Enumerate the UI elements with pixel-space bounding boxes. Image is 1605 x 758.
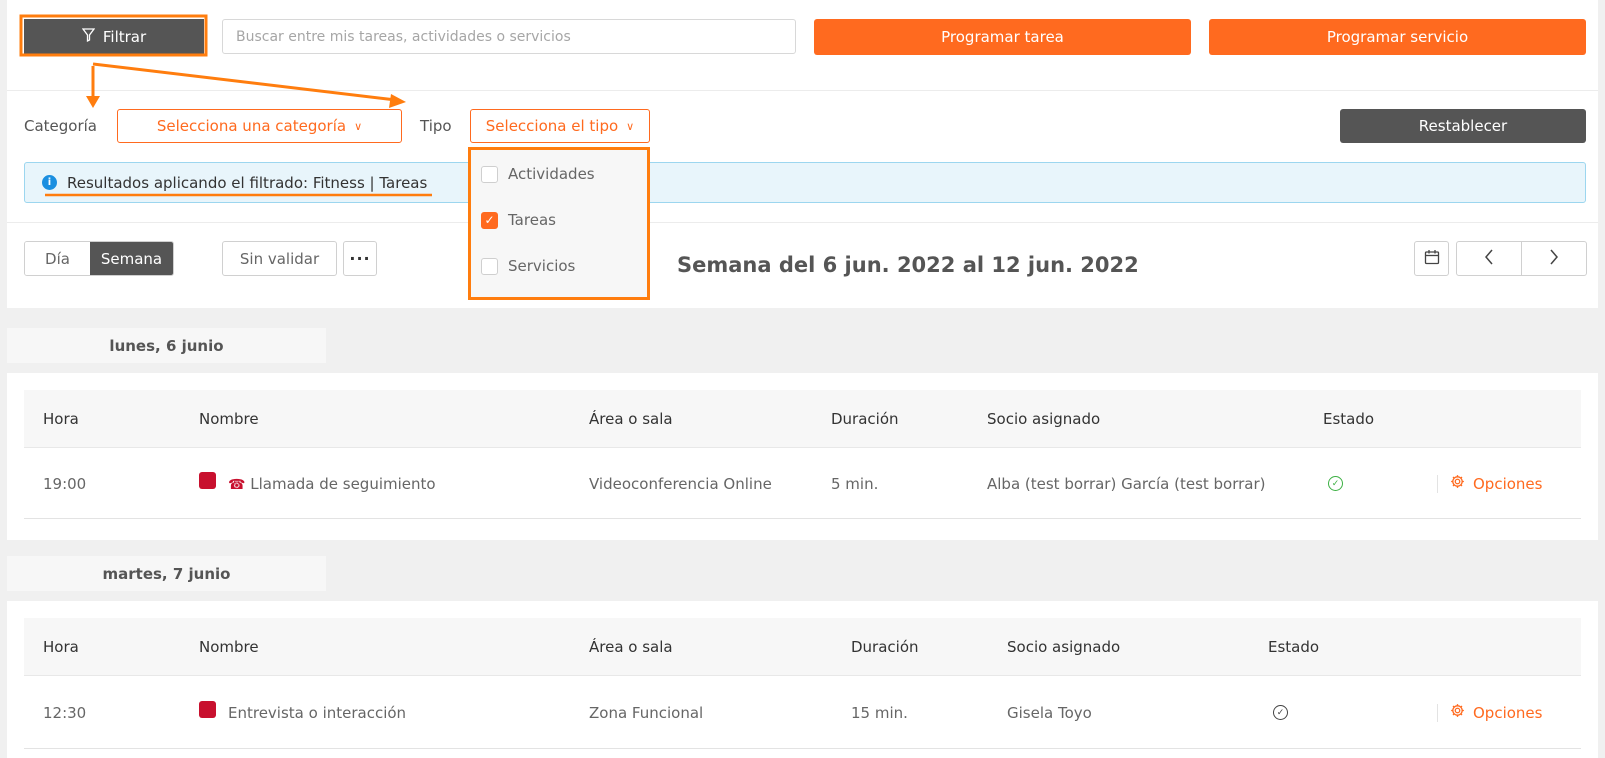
category-select-value: Selecciona una categoría bbox=[156, 117, 347, 135]
chevron-down-icon: ∨ bbox=[354, 119, 363, 133]
view-toggle: Día Semana bbox=[24, 241, 174, 276]
row-name: Entrevista o interacción bbox=[228, 704, 407, 722]
header-member: Socio asignado bbox=[987, 410, 1101, 428]
header-name: Nombre bbox=[199, 410, 259, 428]
header-member: Socio asignado bbox=[1007, 638, 1121, 656]
calendar-icon bbox=[1424, 249, 1440, 269]
checkbox-icon[interactable] bbox=[481, 257, 498, 275]
header-status: Estado bbox=[1323, 410, 1375, 428]
calendar-button[interactable] bbox=[1414, 241, 1449, 276]
gear-icon bbox=[1450, 474, 1465, 493]
divider bbox=[1437, 703, 1438, 722]
row-area: Videoconferencia Online bbox=[589, 475, 772, 493]
row-time: 19:00 bbox=[43, 475, 87, 493]
reset-button[interactable]: Restablecer bbox=[1340, 109, 1586, 143]
type-option-services[interactable]: Servicios bbox=[481, 257, 575, 275]
type-option-activities[interactable]: Actividades bbox=[481, 165, 595, 183]
week-title: Semana del 6 jun. 2022 al 12 jun. 2022 bbox=[677, 253, 1139, 277]
header-name: Nombre bbox=[199, 638, 259, 656]
type-option-tasks[interactable]: ✓ Tareas bbox=[481, 211, 556, 229]
next-week-button[interactable] bbox=[1521, 241, 1587, 276]
header-status: Estado bbox=[1268, 638, 1320, 656]
check-circle-icon: ✓ bbox=[1273, 705, 1288, 720]
row-options-button[interactable]: Opciones bbox=[1437, 474, 1542, 493]
divider bbox=[7, 90, 1598, 91]
checkbox-icon[interactable] bbox=[481, 165, 498, 183]
header-duration: Duración bbox=[831, 410, 899, 428]
type-dropdown-menu: Actividades ✓ Tareas Servicios bbox=[468, 147, 650, 300]
view-day-button[interactable]: Día bbox=[25, 242, 90, 275]
filter-button[interactable]: Filtrar bbox=[24, 19, 204, 55]
task-color-marker bbox=[199, 472, 216, 489]
type-option-label: Servicios bbox=[508, 257, 576, 275]
row-options-label: Opciones bbox=[1473, 474, 1543, 493]
search-input[interactable] bbox=[222, 19, 796, 54]
task-color-marker bbox=[199, 701, 216, 718]
category-label: Categoría bbox=[24, 117, 98, 135]
schedule-task-button[interactable]: Programar tarea bbox=[814, 19, 1191, 55]
row-member: Alba (test borrar) García (test borrar) bbox=[987, 475, 1266, 493]
view-week-button[interactable]: Semana bbox=[90, 242, 173, 275]
row-area: Zona Funcional bbox=[589, 704, 704, 722]
row-time: 12:30 bbox=[43, 704, 87, 722]
header-area: Área o sala bbox=[589, 638, 673, 656]
chevron-right-icon bbox=[1549, 249, 1559, 269]
row-divider bbox=[24, 748, 1581, 749]
header-time: Hora bbox=[43, 410, 79, 428]
funnel-icon bbox=[81, 28, 96, 46]
row-options-label: Opciones bbox=[1473, 703, 1543, 722]
row-name: ☎ Llamada de seguimiento bbox=[228, 475, 436, 493]
category-select[interactable]: Selecciona una categoría ∨ bbox=[117, 109, 402, 143]
previous-week-button[interactable] bbox=[1456, 241, 1522, 276]
day-header: lunes, 6 junio bbox=[7, 328, 326, 363]
row-duration: 5 min. bbox=[831, 475, 879, 493]
row-member: Gisela Toyo bbox=[1007, 704, 1092, 722]
info-banner: i Resultados aplicando el filtrado: Fitn… bbox=[24, 162, 1586, 203]
divider bbox=[1437, 474, 1438, 493]
filter-button-label: Filtrar bbox=[102, 28, 147, 46]
day-table: Hora Nombre Área o sala Duración Socio a… bbox=[7, 601, 1598, 758]
type-select-value: Selecciona el tipo bbox=[485, 117, 619, 135]
gear-icon bbox=[1450, 703, 1465, 722]
divider bbox=[7, 222, 1598, 223]
checkbox-checked-icon[interactable]: ✓ bbox=[481, 211, 498, 229]
schedule-service-button[interactable]: Programar servicio bbox=[1209, 19, 1586, 55]
row-duration: 15 min. bbox=[851, 704, 908, 722]
unvalidated-button[interactable]: Sin validar bbox=[222, 241, 337, 276]
chevron-left-icon bbox=[1484, 249, 1494, 269]
type-option-label: Actividades bbox=[508, 165, 595, 183]
info-icon: i bbox=[42, 175, 57, 190]
row-name-text: Llamada de seguimiento bbox=[250, 475, 436, 493]
row-divider bbox=[24, 518, 1581, 519]
header-duration: Duración bbox=[851, 638, 919, 656]
type-select[interactable]: Selecciona el tipo ∨ bbox=[470, 109, 650, 143]
row-options-button[interactable]: Opciones bbox=[1437, 703, 1542, 722]
chevron-down-icon: ∨ bbox=[626, 119, 635, 133]
day-header: martes, 7 junio bbox=[7, 556, 326, 591]
info-banner-text: Resultados aplicando el filtrado: Fitnes… bbox=[67, 173, 428, 192]
type-label: Tipo bbox=[420, 117, 452, 135]
more-options-button[interactable]: ··· bbox=[343, 241, 377, 276]
header-time: Hora bbox=[43, 638, 79, 656]
phone-icon: ☎ bbox=[228, 477, 246, 493]
check-circle-icon: ✓ bbox=[1328, 476, 1343, 491]
header-area: Área o sala bbox=[589, 410, 673, 428]
type-option-label: Tareas bbox=[508, 211, 556, 229]
day-table: Hora Nombre Área o sala Duración Socio a… bbox=[7, 373, 1598, 540]
